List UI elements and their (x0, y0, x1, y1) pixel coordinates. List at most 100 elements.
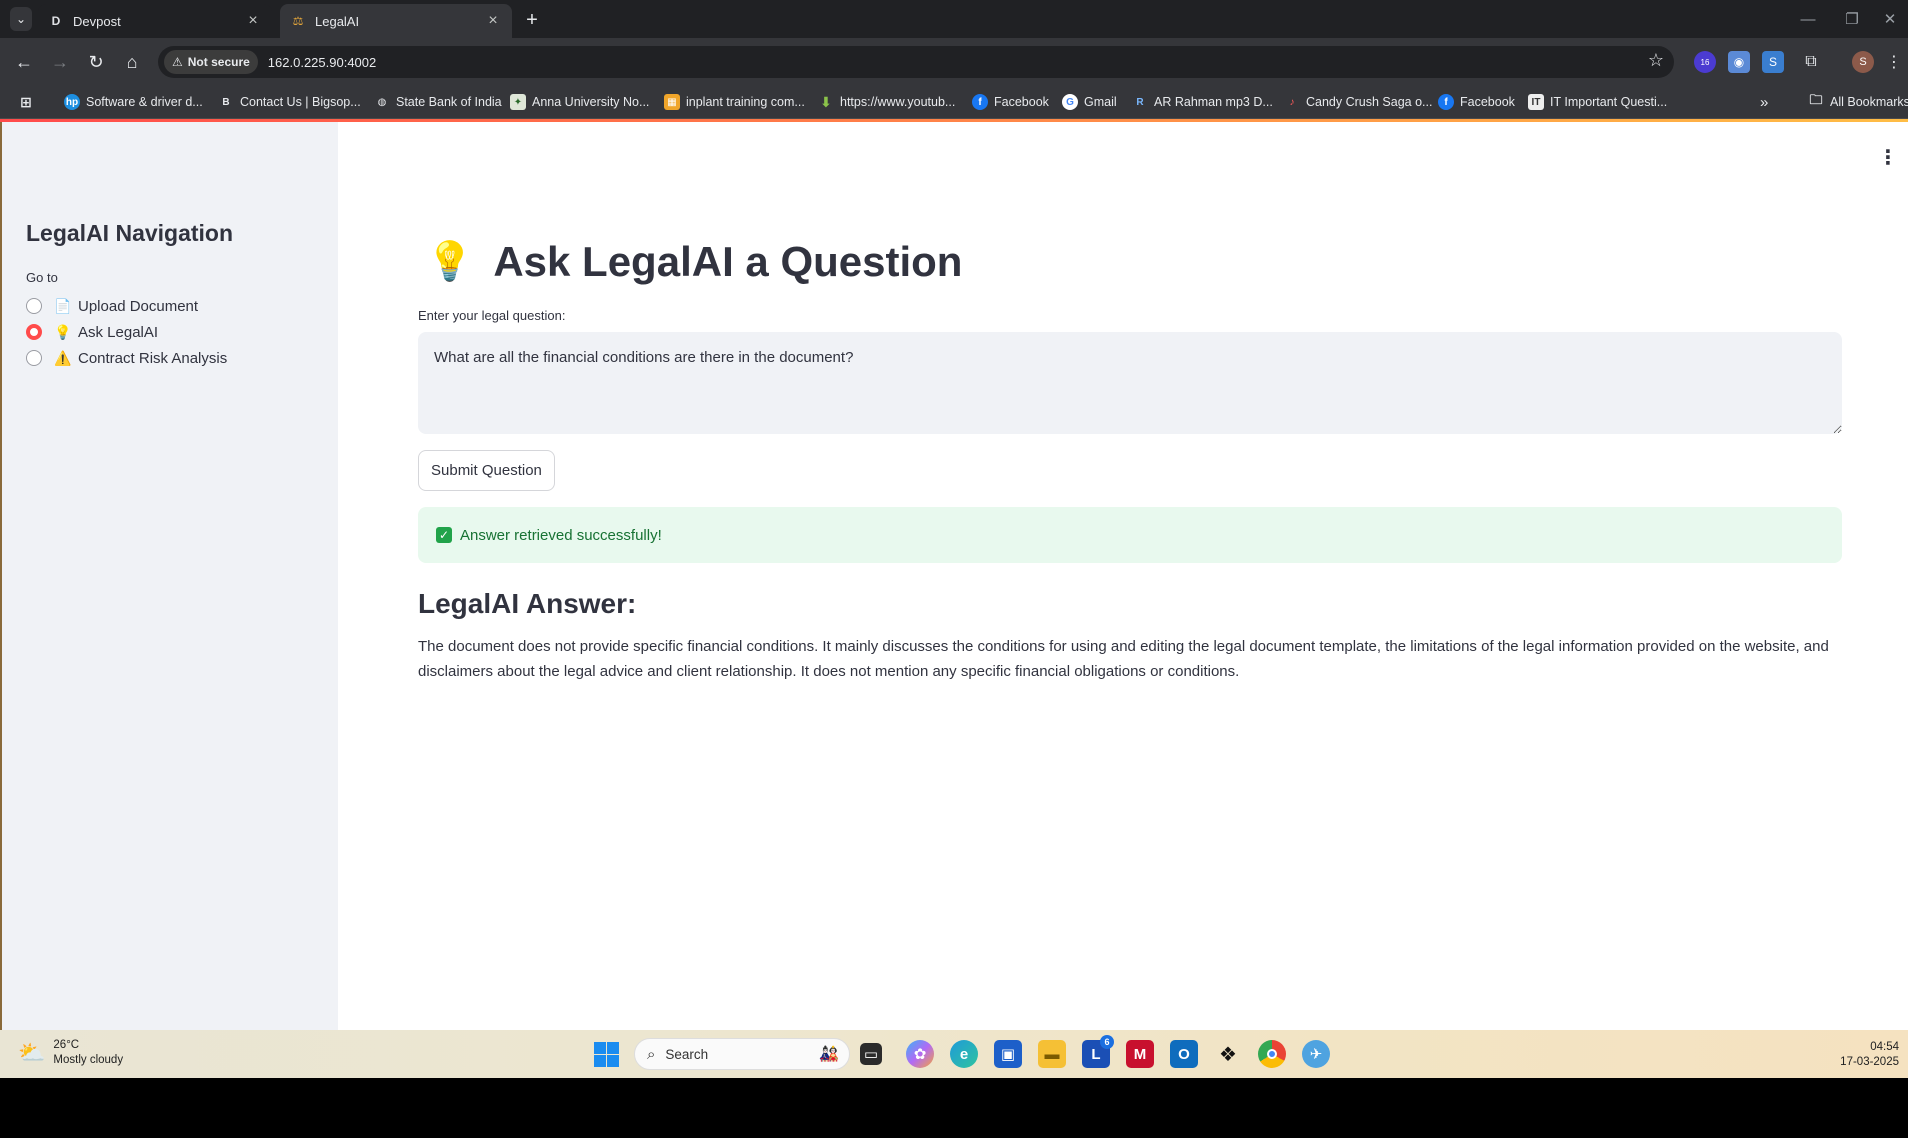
bookmark-star-icon[interactable]: ☆ (1648, 50, 1664, 71)
ar-rahman-icon: R (1136, 96, 1144, 108)
submit-question-button[interactable]: Submit Question (418, 450, 555, 491)
sidebar-item-upload-document[interactable]: 📄 Upload Document (26, 295, 198, 317)
partly-cloudy-icon: ⛅ (18, 1040, 46, 1065)
question-textarea[interactable]: What are all the financial conditions ar… (418, 332, 1842, 434)
bookmark-item[interactable]: R AR Rahman mp3 D... (1132, 91, 1272, 113)
store-icon[interactable]: ▣ (994, 1040, 1022, 1068)
warning-icon: ⚠ (172, 55, 183, 69)
bookmark-item[interactable]: f Facebook (1438, 91, 1515, 113)
bookmark-item[interactable]: B Contact Us | Bigsop... (218, 91, 360, 113)
app-menu-kebab-icon[interactable]: ⋮ (1878, 146, 1898, 170)
download-arrow-icon: ⬇ (820, 93, 832, 110)
bookmark-item[interactable]: IT IT Important Questi... (1528, 91, 1667, 113)
extension-badge: 16 (1700, 57, 1710, 67)
bookmark-item[interactable]: hp Software & driver d... (64, 91, 203, 113)
hp-icon: hp (64, 94, 80, 110)
back-icon[interactable]: ← (10, 48, 38, 76)
restore-icon[interactable]: ❐ (1832, 6, 1872, 32)
tab-legalai[interactable]: ⚖ LegalAI × (280, 4, 512, 38)
sidebar-item-ask-legalai[interactable]: 💡 Ask LegalAI (26, 321, 158, 343)
all-bookmarks[interactable]: 🗀 All Bookmarks (1808, 91, 1908, 113)
bookmark-item[interactable]: ♪ Candy Crush Saga o... (1284, 91, 1433, 113)
bookmark-item[interactable]: ◍ State Bank of India (374, 91, 502, 113)
bookmark-item[interactable]: G Gmail (1062, 91, 1117, 113)
edge-icon[interactable]: e (950, 1040, 978, 1068)
address-bar[interactable]: ⚠ Not secure 162.0.225.90:4002 ☆ (158, 46, 1674, 78)
extension-icon[interactable]: S (1762, 51, 1784, 73)
tab-devpost[interactable]: D Devpost × (38, 4, 272, 38)
bookmark-item[interactable]: ✦ Anna University No... (510, 91, 649, 113)
browser-toolbar: ← → ↻ ⌂ ⚠ Not secure 162.0.225.90:4002 ☆… (0, 38, 1908, 85)
apps-grid-icon[interactable]: ⊞ (18, 91, 40, 113)
close-window-icon[interactable]: ✕ (1872, 6, 1908, 32)
bookmarks-bar: ⊞ hp Software & driver d... B Contact Us |… (0, 85, 1908, 119)
lightbulb-icon: 💡 (54, 323, 72, 340)
radio-button-selected[interactable] (26, 324, 42, 340)
sidebar-item-contract-risk-analysis[interactable]: ⚠️ Contract Risk Analysis (26, 347, 227, 369)
globe-icon: ◍ (377, 96, 387, 108)
main-content: ⋮ 💡 Ask LegalAI a Question Enter your le… (338, 122, 1908, 1030)
windows-taskbar: ⛅ 26°C Mostly cloudy ⌕ Search 🎎 ▭ ✿ e ▣ … (0, 1030, 1908, 1078)
bookmark-item[interactable]: f Facebook (972, 91, 1049, 113)
anna-university-icon: ✦ (510, 94, 526, 110)
url-text: 162.0.225.90:4002 (267, 54, 377, 70)
scales-icon: ⚖ (292, 14, 304, 28)
sidebar: LegalAI Navigation Go to 📄 Upload Docume… (2, 122, 338, 1030)
profile-avatar[interactable]: S (1852, 51, 1874, 73)
time: 04:54 (1870, 1041, 1899, 1053)
temperature: 26°C (53, 1039, 80, 1051)
forward-icon[interactable]: → (46, 48, 74, 76)
security-chip[interactable]: ⚠ Not secure (164, 50, 258, 74)
chrome-icon[interactable] (1258, 1040, 1286, 1068)
date: 17-03-2025 (1840, 1056, 1899, 1068)
radio-button[interactable] (26, 298, 42, 314)
devpost-favicon: D (51, 14, 61, 28)
checkmark-icon: ✓ (436, 527, 452, 543)
sidebar-item-label: Contract Risk Analysis (78, 349, 228, 367)
page-title-text: Ask LegalAI a Question (493, 238, 963, 285)
home-icon[interactable]: ⌂ (118, 48, 146, 76)
google-icon: G (1062, 94, 1078, 110)
copilot-icon[interactable]: ✿ (906, 1040, 934, 1068)
menu-kebab-icon[interactable]: ⋮ (1886, 51, 1902, 73)
page-icon: 📄 (54, 297, 72, 314)
tab-search-chevron-icon[interactable]: ⌄ (10, 7, 32, 31)
extension-icon[interactable]: ◉ (1728, 51, 1750, 73)
question-label: Enter your legal question: (418, 308, 566, 323)
file-explorer-icon[interactable]: ▬ (1038, 1040, 1066, 1068)
windows-start-icon[interactable] (592, 1040, 620, 1068)
more-bookmarks-chevron-icon[interactable]: » (1760, 91, 1768, 113)
mcafee-icon[interactable]: M (1126, 1040, 1154, 1068)
outlook-icon[interactable]: O (1170, 1040, 1198, 1068)
security-label: Not secure (187, 55, 250, 69)
success-alert: ✓ Answer retrieved successfully! (418, 507, 1842, 563)
extension-icon[interactable]: 16 (1694, 51, 1716, 73)
search-icon: ⌕ (647, 1045, 656, 1063)
globe-app-icon[interactable]: ✈ (1302, 1040, 1330, 1068)
radio-button[interactable] (26, 350, 42, 366)
page-title: 💡 Ask LegalAI a Question (426, 234, 962, 290)
warning-icon: ⚠️ (54, 349, 72, 366)
system-clock[interactable]: 04:54 17-03-2025 (1840, 1040, 1899, 1070)
minimize-icon[interactable]: — (1788, 6, 1828, 32)
inplant-icon: ▦ (664, 94, 680, 110)
bookmark-item[interactable]: ⬇ https://www.youtub... (818, 91, 955, 113)
taskbar-search[interactable]: ⌕ Search 🎎 (634, 1038, 850, 1070)
weather-condition: Mostly cloudy (53, 1054, 124, 1066)
task-view-icon[interactable]: ▭ (860, 1043, 882, 1065)
close-tab-icon[interactable]: × (484, 12, 502, 30)
weather-widget[interactable]: ⛅ 26°C Mostly cloudy (18, 1038, 123, 1068)
tab-title: LegalAI (315, 13, 360, 29)
search-placeholder: Search (665, 1046, 709, 1062)
bookmark-item[interactable]: ▦ inplant training com... (664, 91, 805, 113)
reload-icon[interactable]: ↻ (82, 48, 110, 76)
folder-icon: 🗀 (1809, 92, 1823, 107)
close-tab-icon[interactable]: × (244, 12, 262, 30)
dropbox-icon[interactable]: ❖ (1214, 1040, 1242, 1068)
answer-text: The document does not provide specific f… (418, 638, 1829, 680)
new-tab-icon[interactable]: + (520, 8, 544, 32)
puzzle-icon[interactable]: ⧉ (1800, 51, 1822, 73)
l-app-icon[interactable]: L6 (1082, 1035, 1114, 1068)
tab-strip: ⌄ D Devpost × ⚖ LegalAI × + — ❐ ✕ (0, 0, 1908, 38)
success-message: Answer retrieved successfully! (460, 526, 662, 544)
